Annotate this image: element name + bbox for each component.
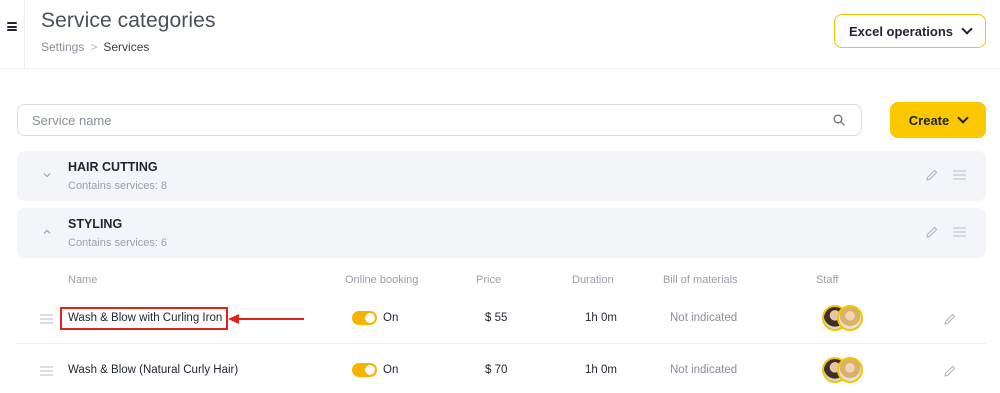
online-booking-toggle[interactable] xyxy=(352,363,377,377)
top-bar: Service categories Settings > Services E… xyxy=(0,0,1000,69)
breadcrumb-settings[interactable]: Settings xyxy=(41,40,84,54)
service-duration: 1h 0m xyxy=(585,364,617,376)
excel-operations-button[interactable]: Excel operations xyxy=(834,14,986,48)
column-header-online-booking: Online booking xyxy=(345,274,419,286)
service-price: $ 55 xyxy=(485,312,508,324)
column-header-staff: Staff xyxy=(816,274,839,286)
staff-avatars[interactable] xyxy=(822,305,864,331)
drag-handle-icon[interactable] xyxy=(40,366,53,376)
online-booking-status: On xyxy=(383,312,399,324)
chevron-down-icon[interactable] xyxy=(41,169,53,181)
category-name: HAIR CUTTING xyxy=(68,160,158,174)
menu-icon xyxy=(7,22,17,31)
category-styling[interactable]: STYLING Contains services: 6 xyxy=(17,208,986,258)
bill-of-materials: Not indicated xyxy=(670,312,738,324)
online-booking-status: On xyxy=(383,364,399,376)
online-booking-toggle[interactable] xyxy=(352,311,377,325)
breadcrumb-services: Services xyxy=(103,40,150,54)
service-price: $ 70 xyxy=(485,364,508,376)
avatar xyxy=(837,305,863,331)
service-name[interactable]: Wash & Blow (Natural Curly Hair) xyxy=(68,364,238,376)
service-search xyxy=(17,104,862,136)
search-icon[interactable] xyxy=(833,114,845,126)
excel-operations-label: Excel operations xyxy=(848,23,954,39)
create-label: Create xyxy=(908,112,950,128)
staff-avatars[interactable] xyxy=(822,357,864,383)
breadcrumb-separator: > xyxy=(90,40,98,54)
column-header-bill-of-materials: Bill of materials xyxy=(663,274,738,286)
category-count: Contains services: 8 xyxy=(68,180,168,192)
arrow-left-icon xyxy=(228,314,304,324)
breadcrumb: Settings > Services xyxy=(41,40,149,54)
drag-handle-icon[interactable] xyxy=(953,227,966,237)
category-count: Contains services: 6 xyxy=(68,237,168,249)
pencil-icon[interactable] xyxy=(925,168,939,182)
create-button[interactable]: Create xyxy=(890,102,986,138)
menu-button[interactable] xyxy=(0,0,25,69)
highlight-box xyxy=(60,307,228,330)
service-duration: 1h 0m xyxy=(585,312,617,324)
chevron-down-icon xyxy=(957,112,969,124)
category-name: STYLING xyxy=(68,217,123,231)
drag-handle-icon[interactable] xyxy=(953,170,966,180)
pencil-icon[interactable] xyxy=(943,364,957,378)
chevron-up-icon[interactable] xyxy=(41,226,53,238)
avatar xyxy=(837,357,863,383)
service-row: Wash & Blow (Natural Curly Hair) On $ 70… xyxy=(17,346,986,393)
pencil-icon[interactable] xyxy=(925,225,939,239)
search-input[interactable] xyxy=(18,105,861,135)
chevron-down-icon xyxy=(961,23,973,35)
pencil-icon[interactable] xyxy=(943,312,957,326)
bill-of-materials: Not indicated xyxy=(670,364,738,376)
page-title: Service categories xyxy=(41,9,216,32)
category-hair-cutting[interactable]: HAIR CUTTING Contains services: 8 xyxy=(17,151,986,201)
column-header-duration: Duration xyxy=(572,274,614,286)
column-header-price: Price xyxy=(476,274,502,286)
column-header-name: Name xyxy=(68,274,98,286)
drag-handle-icon[interactable] xyxy=(40,314,53,324)
